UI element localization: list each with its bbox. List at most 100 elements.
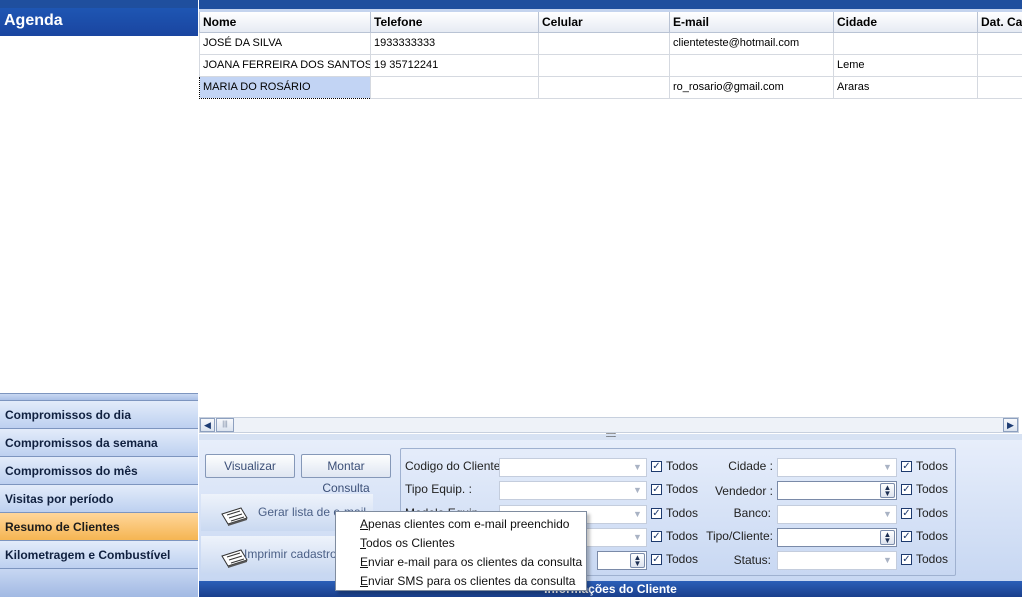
tipo-equip-label: Tipo Equip. : bbox=[405, 482, 472, 496]
status-combo[interactable]: ▼ bbox=[777, 551, 897, 570]
filter-panel: Visualizar Montar Consulta Gerar lista d… bbox=[199, 440, 1022, 581]
codigo-cliente-label: Codigo do Cliente : bbox=[405, 459, 508, 473]
nav-bottom-bar bbox=[0, 569, 198, 597]
spin-icon[interactable]: ▲ ▼ bbox=[880, 530, 895, 545]
fourth-todos-checkbox[interactable]: ✓ bbox=[651, 531, 662, 542]
chevron-down-icon[interactable]: ▼ bbox=[630, 507, 645, 522]
chevron-down-icon[interactable]: ▼ bbox=[880, 507, 895, 522]
visualizar-button[interactable]: Visualizar bbox=[205, 454, 295, 478]
imprimir-cadastro-label: Imprimir cadastro cc bbox=[244, 547, 338, 561]
chevron-down-icon[interactable]: ▼ bbox=[880, 460, 895, 475]
cell-nome[interactable]: JOANA FERREIRA DOS SANTOS bbox=[199, 53, 371, 77]
sidebar-item-compromissos-mes[interactable]: Compromissos do mês bbox=[0, 457, 198, 485]
cell-celular[interactable] bbox=[538, 31, 670, 55]
left-panel: Agenda Compromissos do dia Compromissos … bbox=[0, 0, 198, 597]
menu-item-enviar-sms[interactable]: Enviar SMS para os clientes da consulta bbox=[336, 572, 586, 591]
sidebar-item-visitas-periodo[interactable]: Visitas por período bbox=[0, 485, 198, 513]
column-header-nome[interactable]: Nome bbox=[199, 12, 371, 33]
clients-grid: Nome Telefone Celular E-mail Cidade Dat.… bbox=[199, 0, 1022, 436]
left-top-bar bbox=[0, 0, 198, 8]
cell-nome[interactable]: MARIA DO ROSÁRIO bbox=[199, 75, 371, 99]
sidebar-item-resumo-clientes[interactable]: Resumo de Clientes bbox=[0, 513, 198, 541]
cell-email[interactable]: clienteteste@hotmail.com bbox=[669, 31, 834, 55]
nav-splitter[interactable] bbox=[0, 394, 198, 401]
fifth-filter-combo[interactable]: ▲ ▼ bbox=[597, 551, 647, 570]
status-label: Status: bbox=[733, 553, 771, 567]
vendedor-label: Vendedor : bbox=[714, 484, 773, 498]
table-header-row: Nome Telefone Celular E-mail Cidade Dat.… bbox=[199, 12, 1022, 33]
horizontal-scrollbar[interactable]: ◀ ||| ▶ bbox=[199, 417, 1019, 433]
menu-item-todos-clientes[interactable]: Todos os Clientes bbox=[336, 534, 586, 553]
sidebar-item-compromissos-semana[interactable]: Compromissos da semana bbox=[0, 429, 198, 457]
spin-icon[interactable]: ▲ ▼ bbox=[630, 553, 645, 568]
vendedor-todos-checkbox[interactable]: ✓ bbox=[901, 484, 912, 495]
tipo-equip-todos-checkbox[interactable]: ✓ bbox=[651, 484, 662, 495]
scroll-right-icon[interactable]: ▶ bbox=[1003, 418, 1018, 432]
chevron-down-icon[interactable]: ▼ bbox=[630, 483, 645, 498]
vendedor-todos-label: Todos bbox=[916, 482, 949, 496]
cell-telefone[interactable]: 1933333333 bbox=[370, 31, 539, 55]
sidebar-item-kilometragem[interactable]: Kilometragem e Combustível bbox=[0, 541, 198, 569]
scroll-thumb[interactable]: ||| bbox=[216, 418, 234, 432]
email-context-menu: Apenas clientes com e-mail preenchido To… bbox=[335, 511, 587, 591]
app-window: Agenda Compromissos do dia Compromissos … bbox=[0, 0, 1022, 597]
cell-email[interactable]: ro_rosario@gmail.com bbox=[669, 75, 834, 99]
cell-cidade[interactable] bbox=[833, 31, 978, 55]
tipo-cliente-todos-label: Todos bbox=[916, 529, 949, 543]
banco-todos-checkbox[interactable]: ✓ bbox=[901, 508, 912, 519]
cell-cidade[interactable]: Araras bbox=[833, 75, 978, 99]
sidebar-nav: Compromissos do dia Compromissos da sema… bbox=[0, 394, 198, 597]
cidade-label: Cidade : bbox=[728, 459, 773, 473]
cell-email[interactable] bbox=[669, 53, 834, 77]
column-header-cidade[interactable]: Cidade bbox=[833, 12, 978, 33]
cell-telefone[interactable]: 19 35712241 bbox=[370, 53, 539, 77]
vendedor-combo[interactable]: ▲ ▼ bbox=[777, 481, 897, 500]
sidebar-item-compromissos-dia[interactable]: Compromissos do dia bbox=[0, 401, 198, 429]
banco-todos-label: Todos bbox=[916, 506, 949, 520]
banco-combo[interactable]: ▼ bbox=[777, 505, 897, 524]
cell-dat-cadastro[interactable] bbox=[977, 75, 1022, 99]
info-cliente-bar: Informações do Cliente bbox=[199, 581, 1022, 597]
column-header-dat-cadastro[interactable]: Dat. Ca bbox=[977, 12, 1022, 33]
column-header-celular[interactable]: Celular bbox=[538, 12, 670, 33]
table-row[interactable]: JOANA FERREIRA DOS SANTOS 19 35712241 Le… bbox=[199, 53, 1022, 77]
montar-consulta-button[interactable]: Montar Consulta bbox=[301, 454, 391, 495]
scroll-left-icon[interactable]: ◀ bbox=[200, 418, 215, 432]
cidade-todos-checkbox[interactable]: ✓ bbox=[901, 461, 912, 472]
column-header-email[interactable]: E-mail bbox=[669, 12, 834, 33]
cell-telefone[interactable] bbox=[370, 75, 539, 99]
menu-item-apenas-email[interactable]: Apenas clientes com e-mail preenchido bbox=[336, 515, 586, 534]
cell-dat-cadastro[interactable] bbox=[977, 31, 1022, 55]
grid-top-bar bbox=[199, 0, 1022, 9]
modelo-todos-checkbox[interactable]: ✓ bbox=[651, 508, 662, 519]
status-todos-label: Todos bbox=[916, 552, 949, 566]
codigo-todos-checkbox[interactable]: ✓ bbox=[651, 461, 662, 472]
chevron-down-icon[interactable]: ▼ bbox=[880, 553, 895, 568]
agenda-area bbox=[0, 36, 198, 394]
chevron-down-icon[interactable]: ▼ bbox=[630, 460, 645, 475]
mail-list-icon bbox=[221, 507, 248, 526]
tipo-equip-combo[interactable]: ▼ bbox=[499, 481, 647, 500]
cell-dat-cadastro[interactable] bbox=[977, 53, 1022, 77]
fifth-todos-checkbox[interactable]: ✓ bbox=[651, 554, 662, 565]
agenda-title: Agenda bbox=[0, 8, 198, 36]
tipo-cliente-combo[interactable]: ▲ ▼ bbox=[777, 528, 897, 547]
tipo-cliente-label: Tipo/Cliente: bbox=[706, 529, 773, 543]
chevron-down-icon[interactable]: ▼ bbox=[630, 530, 645, 545]
status-todos-checkbox[interactable]: ✓ bbox=[901, 554, 912, 565]
cell-celular[interactable] bbox=[538, 53, 670, 77]
cell-celular[interactable] bbox=[538, 75, 670, 99]
clients-table: Nome Telefone Celular E-mail Cidade Dat.… bbox=[199, 12, 1022, 99]
menu-item-enviar-email[interactable]: Enviar e-mail para os clientes da consul… bbox=[336, 553, 586, 572]
spin-icon[interactable]: ▲ ▼ bbox=[880, 483, 895, 498]
banco-label: Banco: bbox=[733, 506, 771, 520]
cidade-todos-label: Todos bbox=[916, 459, 949, 473]
cell-cidade[interactable]: Leme bbox=[833, 53, 978, 77]
tipo-cliente-todos-checkbox[interactable]: ✓ bbox=[901, 531, 912, 542]
codigo-cliente-combo[interactable]: ▼ bbox=[499, 458, 647, 477]
table-row[interactable]: JOSÉ DA SILVA 1933333333 clienteteste@ho… bbox=[199, 31, 1022, 55]
table-row[interactable]: MARIA DO ROSÁRIO ro_rosario@gmail.com Ar… bbox=[199, 75, 1022, 99]
column-header-telefone[interactable]: Telefone bbox=[370, 12, 539, 33]
cidade-combo[interactable]: ▼ bbox=[777, 458, 897, 477]
cell-nome[interactable]: JOSÉ DA SILVA bbox=[199, 31, 371, 55]
